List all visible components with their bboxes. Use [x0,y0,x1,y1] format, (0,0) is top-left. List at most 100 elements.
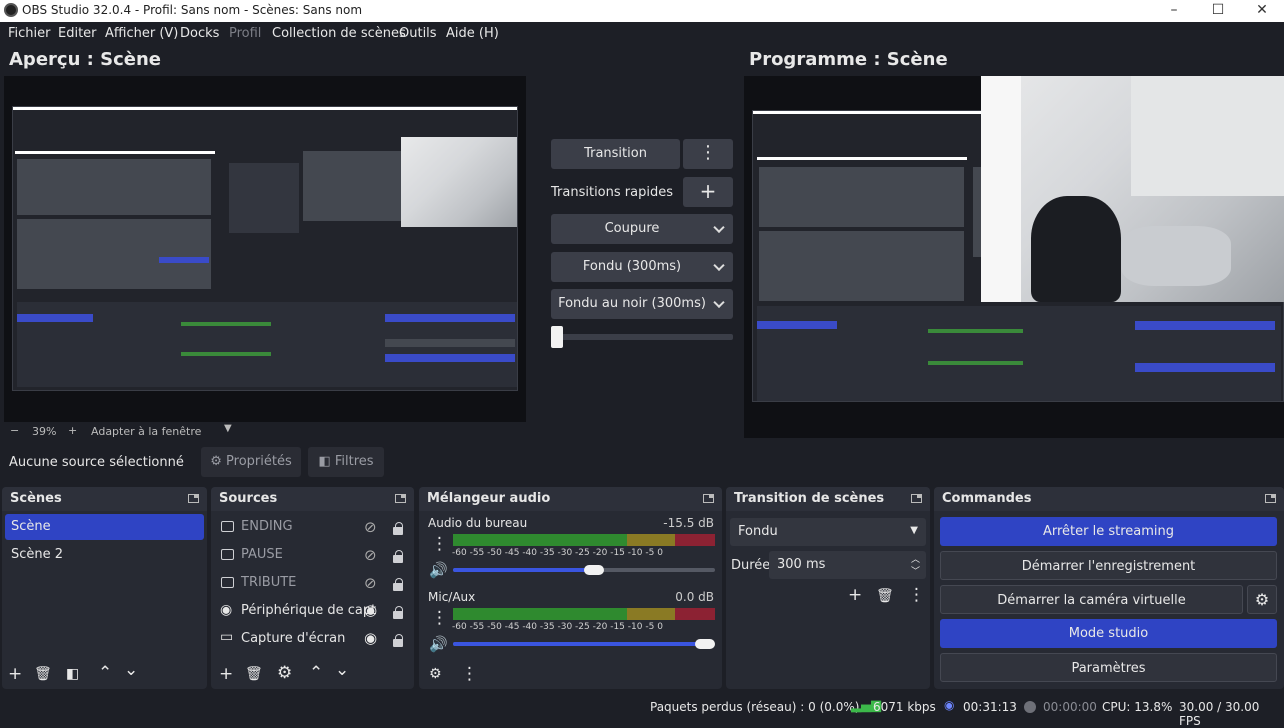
duration-spinbox[interactable]: 300 ms ︿ ﹀ [769,551,926,579]
move-up-icon[interactable]: ⌃ [98,664,112,682]
move-up-icon[interactable]: ⌃ [309,664,323,682]
minimize-button[interactable]: – [1152,0,1196,22]
trash-icon[interactable]: 🗑 [245,665,263,683]
zoom-out-button[interactable]: − [10,424,19,437]
source-item-capture-device[interactable]: ◉ Périphérique de capt ◉ [217,598,408,624]
scene-filter-icon[interactable]: ◧ [66,665,79,683]
mixer-title: Mélangeur audio [427,491,551,506]
source-settings-icon[interactable]: ⚙ [277,664,292,682]
transition-menu-icon[interactable]: ⋮ [908,586,925,604]
tbar-track[interactable] [551,334,733,340]
undock-icon[interactable] [703,494,714,503]
close-button[interactable]: ✕ [1240,0,1284,22]
eye-visible-icon[interactable]: ◉ [364,601,377,619]
trash-icon[interactable]: 🗑 [34,665,52,683]
tbar-handle[interactable] [551,326,563,348]
quick-transition-fade-label: Fondu (300ms) [582,259,682,274]
zoom-in-button[interactable]: + [68,424,77,437]
eye-visible-icon[interactable]: ◉ [364,629,377,647]
scene-item-scene-2[interactable]: Scène 2 [5,542,204,568]
preview-zoom-bar: − 39% + Adapter à la fenêtre ▼ [4,422,526,440]
eye-hidden-icon[interactable]: ⊘ [364,546,377,564]
volume-knob-mic[interactable] [695,639,715,649]
settings-button[interactable]: Paramètres [940,653,1277,682]
mixer-header: Mélangeur audio [419,487,722,511]
zoom-dropdown-icon[interactable]: ▼ [224,423,232,434]
recording-time: 00:00:00 [1043,700,1097,714]
scene-transitions-header: Transition de scènes [726,487,930,511]
fit-window-label[interactable]: Adapter à la fenêtre [91,425,201,438]
undock-icon[interactable] [395,494,406,503]
mixer-menu-icon[interactable]: ⋮ [461,665,478,683]
image-source-icon [221,521,234,532]
preview-screen-capture [12,106,518,391]
stop-streaming-button[interactable]: Arrêter le streaming [940,517,1277,546]
lock-icon[interactable] [393,578,403,591]
lock-icon[interactable] [393,606,403,619]
quick-transition-fade-black[interactable]: Fondu au noir (300ms) [551,289,733,319]
move-down-icon[interactable]: ⌄ [124,661,138,679]
menu-fichier[interactable]: Fichier [8,26,51,41]
eye-hidden-icon[interactable]: ⊘ [364,518,377,536]
eye-hidden-icon[interactable]: ⊘ [364,574,377,592]
controls-header: Commandes [934,487,1284,511]
add-quick-transition-icon[interactable]: + [683,177,733,207]
menu-collection-scenes[interactable]: Collection de scènes [272,26,406,41]
menu-outils[interactable]: Outils [399,26,437,41]
filters-button[interactable]: ◧ Filtres [308,447,384,477]
volume-knob-desktop[interactable] [584,565,604,575]
start-virtual-camera-button[interactable]: Démarrer la caméra virtuelle [940,585,1243,614]
trash-icon[interactable]: 🗑 [876,587,894,605]
menu-profil[interactable]: Profil [229,26,261,41]
quick-transition-fade[interactable]: Fondu (300ms) [551,252,733,282]
speaker-icon[interactable]: 🔊 [429,561,448,579]
menu-docks[interactable]: Docks [180,26,219,41]
window-title: OBS Studio 32.0.4 - Profil: Sans nom - S… [22,3,363,17]
maximize-button[interactable]: ☐ [1196,0,1240,22]
program-title: Programme : Scène [749,49,948,70]
studio-mode-button[interactable]: Mode studio [940,619,1277,648]
undock-icon[interactable] [911,494,922,503]
no-source-label: Aucune source sélectionné [9,455,184,470]
undock-icon[interactable] [188,494,199,503]
speaker-icon[interactable]: 🔊 [429,635,448,653]
lock-icon[interactable] [393,634,403,647]
status-bar: Paquets perdus (réseau) : 0 (0.0%) ▂▄▆ 6… [0,694,1284,728]
meter-ticks: -60 -55 -50 -45 -40 -35 -30 -25 -20 -15 … [452,622,663,632]
source-item-ending[interactable]: ENDING ⊘ [217,514,408,540]
properties-button[interactable]: ⚙ Propriétés [201,447,301,477]
menu-editer[interactable]: Editer [58,26,97,41]
source-item-tribute[interactable]: TRIBUTE ⊘ [217,570,408,596]
transition-button[interactable]: Transition [551,139,680,169]
menu-afficher[interactable]: Afficher (V) [105,26,178,41]
spin-down-icon[interactable]: ﹀ [911,564,920,577]
scene-item-scene[interactable]: Scène [5,514,204,540]
advanced-audio-icon[interactable]: ⚙ [429,665,442,683]
add-scene-icon[interactable]: + [8,665,22,683]
transition-more-icon[interactable]: ⋮ [683,139,733,169]
preview-canvas[interactable] [4,76,526,422]
volume-fill-desktop [453,568,595,572]
channel-menu-icon[interactable]: ⋮ [431,535,448,553]
add-source-icon[interactable]: + [219,665,233,683]
lock-icon[interactable] [393,522,403,535]
quick-transition-cut[interactable]: Coupure [551,214,733,244]
lock-icon[interactable] [393,550,403,563]
chevron-down-icon [713,296,725,309]
add-transition-icon[interactable]: + [848,586,862,604]
obs-logo-icon [4,3,18,17]
chevron-down-icon [713,259,725,272]
source-item-pause[interactable]: PAUSE ⊘ [217,542,408,568]
start-recording-button[interactable]: Démarrer l'enregistrement [940,551,1277,580]
virtual-camera-settings-icon[interactable]: ⚙ [1247,585,1277,614]
menu-aide[interactable]: Aide (H) [446,26,499,41]
streaming-icon: ◉ [944,698,955,712]
channel-menu-icon[interactable]: ⋮ [431,609,448,627]
transition-type-select[interactable]: Fondu ▼ [730,518,926,546]
webcam-feed [981,76,1284,302]
move-down-icon[interactable]: ⌄ [335,661,349,679]
source-item-screen-capture[interactable]: ▭ Capture d'écran ◉ [217,626,408,652]
window-titlebar: OBS Studio 32.0.4 - Profil: Sans nom - S… [0,0,1284,22]
controls-dock: Commandes Arrêter le streaming Démarrer … [934,487,1284,689]
undock-icon[interactable] [1265,494,1276,503]
